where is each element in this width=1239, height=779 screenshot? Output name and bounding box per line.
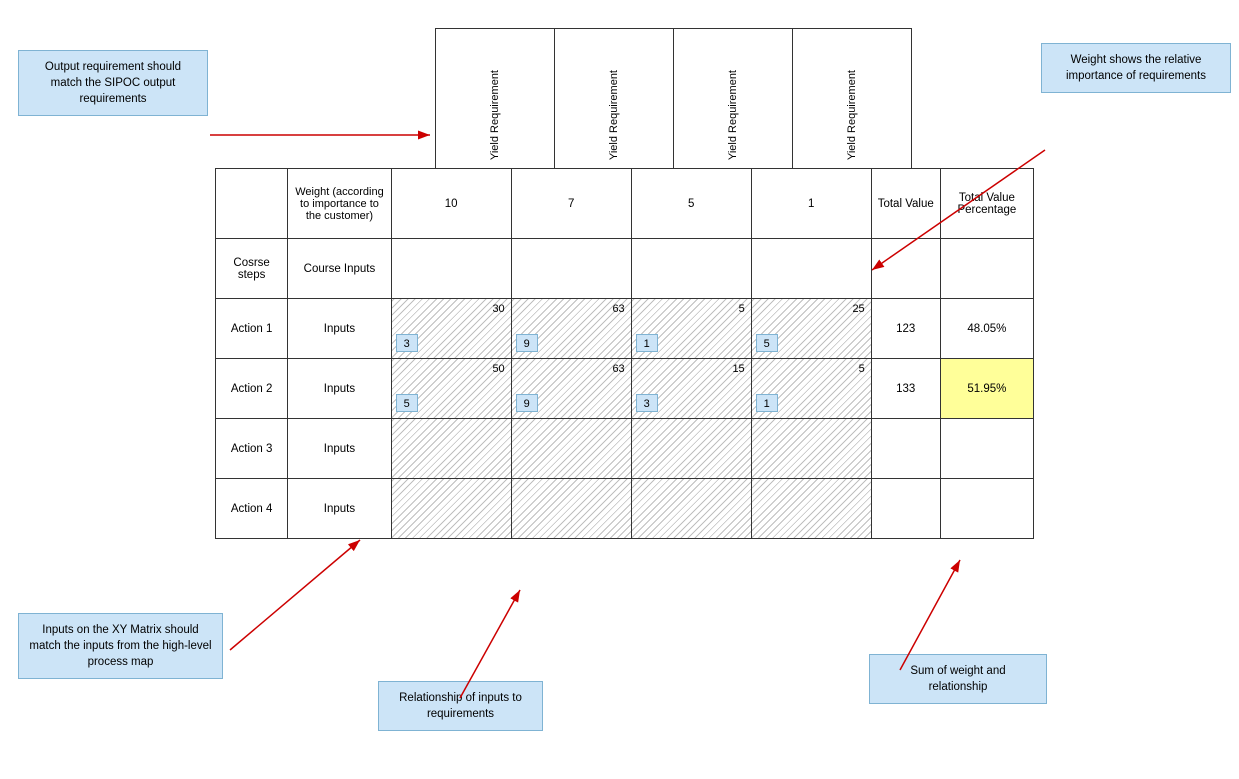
a1c2-bottom: 9	[516, 334, 538, 352]
header-col2	[511, 239, 631, 299]
action-4-pct	[940, 479, 1033, 539]
action-4-col3	[631, 479, 751, 539]
action-4-label: Action 4	[216, 479, 288, 539]
action-3-inputs: Inputs	[288, 419, 391, 479]
output-req-callout: Output requirement should match the SIPO…	[18, 50, 208, 116]
inputs-info-text: Inputs on the XY Matrix should match the…	[29, 624, 211, 668]
table-row: Action 4 Inputs	[216, 479, 1034, 539]
action-2-pct: 51.95%	[940, 359, 1033, 419]
action-2-col1: 50 5	[391, 359, 511, 419]
col-header-1: Yield Requirement	[435, 28, 555, 168]
action-1-total: 123	[871, 299, 940, 359]
a2c3-top: 15	[732, 363, 744, 375]
a1c1-bottom: 3	[396, 334, 418, 352]
relationship-info-text: Relationship of inputs to requirements	[399, 692, 522, 720]
a1c4-bottom: 5	[756, 334, 778, 352]
total-value-header: Total Value	[871, 169, 940, 239]
steps-label: Cosrse steps	[216, 239, 288, 299]
action-2-total: 133	[871, 359, 940, 419]
table-row: Action 2 Inputs 50 5 63 9 15 3	[216, 359, 1034, 419]
a1c3-bottom: 1	[636, 334, 658, 352]
col-header-3-label: Yield Requirement	[727, 70, 739, 160]
table-row: Action 1 Inputs 30 3 63 9 5 1	[216, 299, 1034, 359]
action-4-col4	[751, 479, 871, 539]
a2c4-top: 5	[859, 363, 865, 375]
table-row: Action 3 Inputs	[216, 419, 1034, 479]
a2c3-bottom: 3	[636, 394, 658, 412]
weight-val-4: 1	[751, 169, 871, 239]
empty-cell-1	[216, 169, 288, 239]
action-1-col1: 30 3	[391, 299, 511, 359]
col-header-2: Yield Requirement	[554, 28, 674, 168]
action-1-col4: 25 5	[751, 299, 871, 359]
a1c3-top: 5	[739, 303, 745, 315]
action-2-col3: 15 3	[631, 359, 751, 419]
action-1-col2: 63 9	[511, 299, 631, 359]
header-total	[871, 239, 940, 299]
a2c1-top: 50	[492, 363, 504, 375]
header-col1	[391, 239, 511, 299]
a1c1-top: 30	[492, 303, 504, 315]
header-pct	[940, 239, 1033, 299]
a2c1-bottom: 5	[396, 394, 418, 412]
col-header-4: Yield Requirement	[792, 28, 912, 168]
action-2-inputs: Inputs	[288, 359, 391, 419]
sum-info-callout: Sum of weight and relationship	[869, 654, 1047, 704]
weight-val-1: 10	[391, 169, 511, 239]
inputs-label: Course Inputs	[288, 239, 391, 299]
relationship-info-callout: Relationship of inputs to requirements	[378, 681, 543, 731]
action-4-col1	[391, 479, 511, 539]
weight-val-2: 7	[511, 169, 631, 239]
weight-label-cell: Weight (according to importance to the c…	[288, 169, 391, 239]
a2c4-bottom: 1	[756, 394, 778, 412]
sum-info-text: Sum of weight and relationship	[910, 665, 1005, 693]
header-col4	[751, 239, 871, 299]
weight-val-3: 5	[631, 169, 751, 239]
action-4-col2	[511, 479, 631, 539]
action-3-total	[871, 419, 940, 479]
col-header-4-label: Yield Requirement	[846, 70, 858, 160]
xy-matrix-table: Weight (according to importance to the c…	[215, 168, 1034, 539]
a2c2-top: 63	[612, 363, 624, 375]
weight-info-callout: Weight shows the relative importance of …	[1041, 43, 1231, 93]
action-3-col3	[631, 419, 751, 479]
action-3-col2	[511, 419, 631, 479]
inputs-info-callout: Inputs on the XY Matrix should match the…	[18, 613, 223, 679]
col-header-1-label: Yield Requirement	[489, 70, 501, 160]
action-3-pct	[940, 419, 1033, 479]
action-3-col1	[391, 419, 511, 479]
a2c2-bottom: 9	[516, 394, 538, 412]
action-1-label: Action 1	[216, 299, 288, 359]
output-req-text: Output requirement should match the SIPO…	[45, 61, 181, 105]
a1c4-top: 25	[852, 303, 864, 315]
action-1-inputs: Inputs	[288, 299, 391, 359]
labels-header-row: Cosrse steps Course Inputs	[216, 239, 1034, 299]
action-3-label: Action 3	[216, 419, 288, 479]
col-header-2-label: Yield Requirement	[608, 70, 620, 160]
total-pct-header: Total Value Percentage	[940, 169, 1033, 239]
action-2-col4: 5 1	[751, 359, 871, 419]
action-3-col4	[751, 419, 871, 479]
action-2-label: Action 2	[216, 359, 288, 419]
a1c2-top: 63	[612, 303, 624, 315]
action-1-col3: 5 1	[631, 299, 751, 359]
action-1-pct: 48.05%	[940, 299, 1033, 359]
action-4-inputs: Inputs	[288, 479, 391, 539]
weight-info-text: Weight shows the relative importance of …	[1066, 54, 1206, 82]
action-4-total	[871, 479, 940, 539]
action-2-col2: 63 9	[511, 359, 631, 419]
header-col3	[631, 239, 751, 299]
weight-row: Weight (according to importance to the c…	[216, 169, 1034, 239]
col-header-3: Yield Requirement	[673, 28, 793, 168]
